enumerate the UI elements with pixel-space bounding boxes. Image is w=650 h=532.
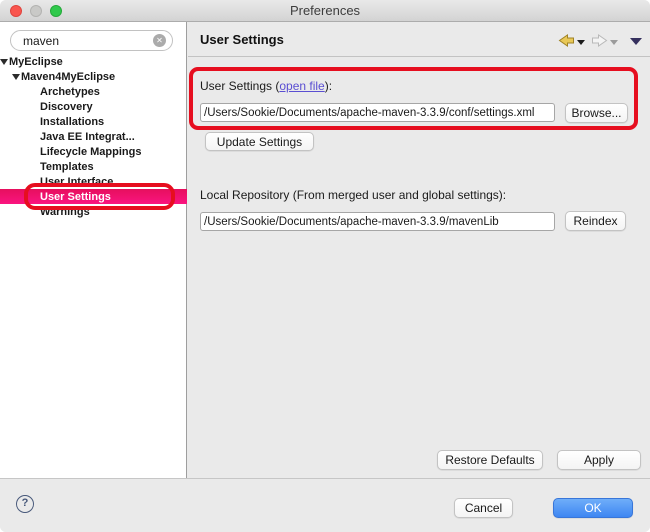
tree-item-label: Installations <box>40 116 104 128</box>
user-settings-label-suffix: ): <box>325 79 332 93</box>
clear-search-icon[interactable]: ✕ <box>153 34 166 47</box>
disclosure-triangle-icon[interactable] <box>0 59 8 65</box>
filter-search-box[interactable]: ✕ <box>10 30 173 51</box>
window-title: Preferences <box>0 0 650 22</box>
user-settings-path-field[interactable] <box>200 103 555 122</box>
preferences-tree: MyEclipse Maven4MyEclipse Archetypes Dis… <box>0 54 187 219</box>
tree-item-archetypes[interactable]: Archetypes <box>0 84 187 99</box>
tree-item-user-interface[interactable]: User Interface <box>0 174 187 189</box>
tree-item-label: User Interface <box>40 176 113 188</box>
tree-item-label: Discovery <box>40 101 93 113</box>
open-file-link[interactable]: open file <box>279 79 324 93</box>
back-dropdown-icon[interactable] <box>577 40 585 45</box>
sidebar: ✕ MyEclipse Maven4MyEclipse Archetypes D… <box>0 22 187 478</box>
tree-item-label: Templates <box>40 161 94 173</box>
cancel-button[interactable]: Cancel <box>454 498 513 518</box>
back-arrow-icon[interactable] <box>558 34 575 47</box>
tree-item-label: MyEclipse <box>9 56 63 68</box>
tree-item-label: Lifecycle Mappings <box>40 146 141 158</box>
view-menu-icon[interactable] <box>630 38 642 45</box>
forward-dropdown-icon[interactable] <box>610 40 618 45</box>
local-repository-path-field[interactable] <box>200 212 555 231</box>
main-panel: User Settings User Settings (open file):… <box>188 22 650 478</box>
tree-item-label: Warnings <box>40 206 90 218</box>
page-header: User Settings <box>188 22 650 57</box>
tree-item-label: Archetypes <box>40 86 100 98</box>
apply-button[interactable]: Apply <box>557 450 641 470</box>
tree-item-label: Java EE Integrat... <box>40 131 135 143</box>
tree-item-installations[interactable]: Installations <box>0 114 187 129</box>
tree-item-maven4myeclipse[interactable]: Maven4MyEclipse <box>0 69 187 84</box>
restore-defaults-button[interactable]: Restore Defaults <box>437 450 543 470</box>
title-bar: Preferences <box>0 0 650 22</box>
tree-item-label: User Settings <box>40 191 111 203</box>
tree-item-java-ee-integration[interactable]: Java EE Integrat... <box>0 129 187 144</box>
tree-item-warnings[interactable]: Warnings <box>0 204 187 219</box>
tree-item-user-settings[interactable]: User Settings <box>0 189 187 204</box>
bottom-bar: ? Cancel OK <box>0 478 650 532</box>
forward-arrow-icon[interactable] <box>591 34 608 47</box>
tree-item-templates[interactable]: Templates <box>0 159 187 174</box>
page-title: User Settings <box>200 22 284 57</box>
history-navigation <box>558 34 642 47</box>
browse-button[interactable]: Browse... <box>565 103 628 123</box>
local-repository-label: Local Repository (From merged user and g… <box>200 188 506 202</box>
reindex-button[interactable]: Reindex <box>565 211 626 231</box>
disclosure-triangle-icon[interactable] <box>12 74 20 80</box>
tree-item-lifecycle-mappings[interactable]: Lifecycle Mappings <box>0 144 187 159</box>
ok-button[interactable]: OK <box>553 498 633 518</box>
user-settings-label: User Settings (open file): <box>200 79 332 93</box>
tree-item-myeclipse[interactable]: MyEclipse <box>0 54 187 69</box>
user-settings-label-prefix: User Settings ( <box>200 79 279 93</box>
preferences-window: Preferences ✕ MyEclipse Maven4MyEclipse … <box>0 0 650 532</box>
tree-item-discovery[interactable]: Discovery <box>0 99 187 114</box>
search-input[interactable] <box>23 32 151 49</box>
update-settings-button[interactable]: Update Settings <box>205 132 314 151</box>
tree-item-label: Maven4MyEclipse <box>21 71 115 83</box>
help-icon[interactable]: ? <box>16 495 34 513</box>
